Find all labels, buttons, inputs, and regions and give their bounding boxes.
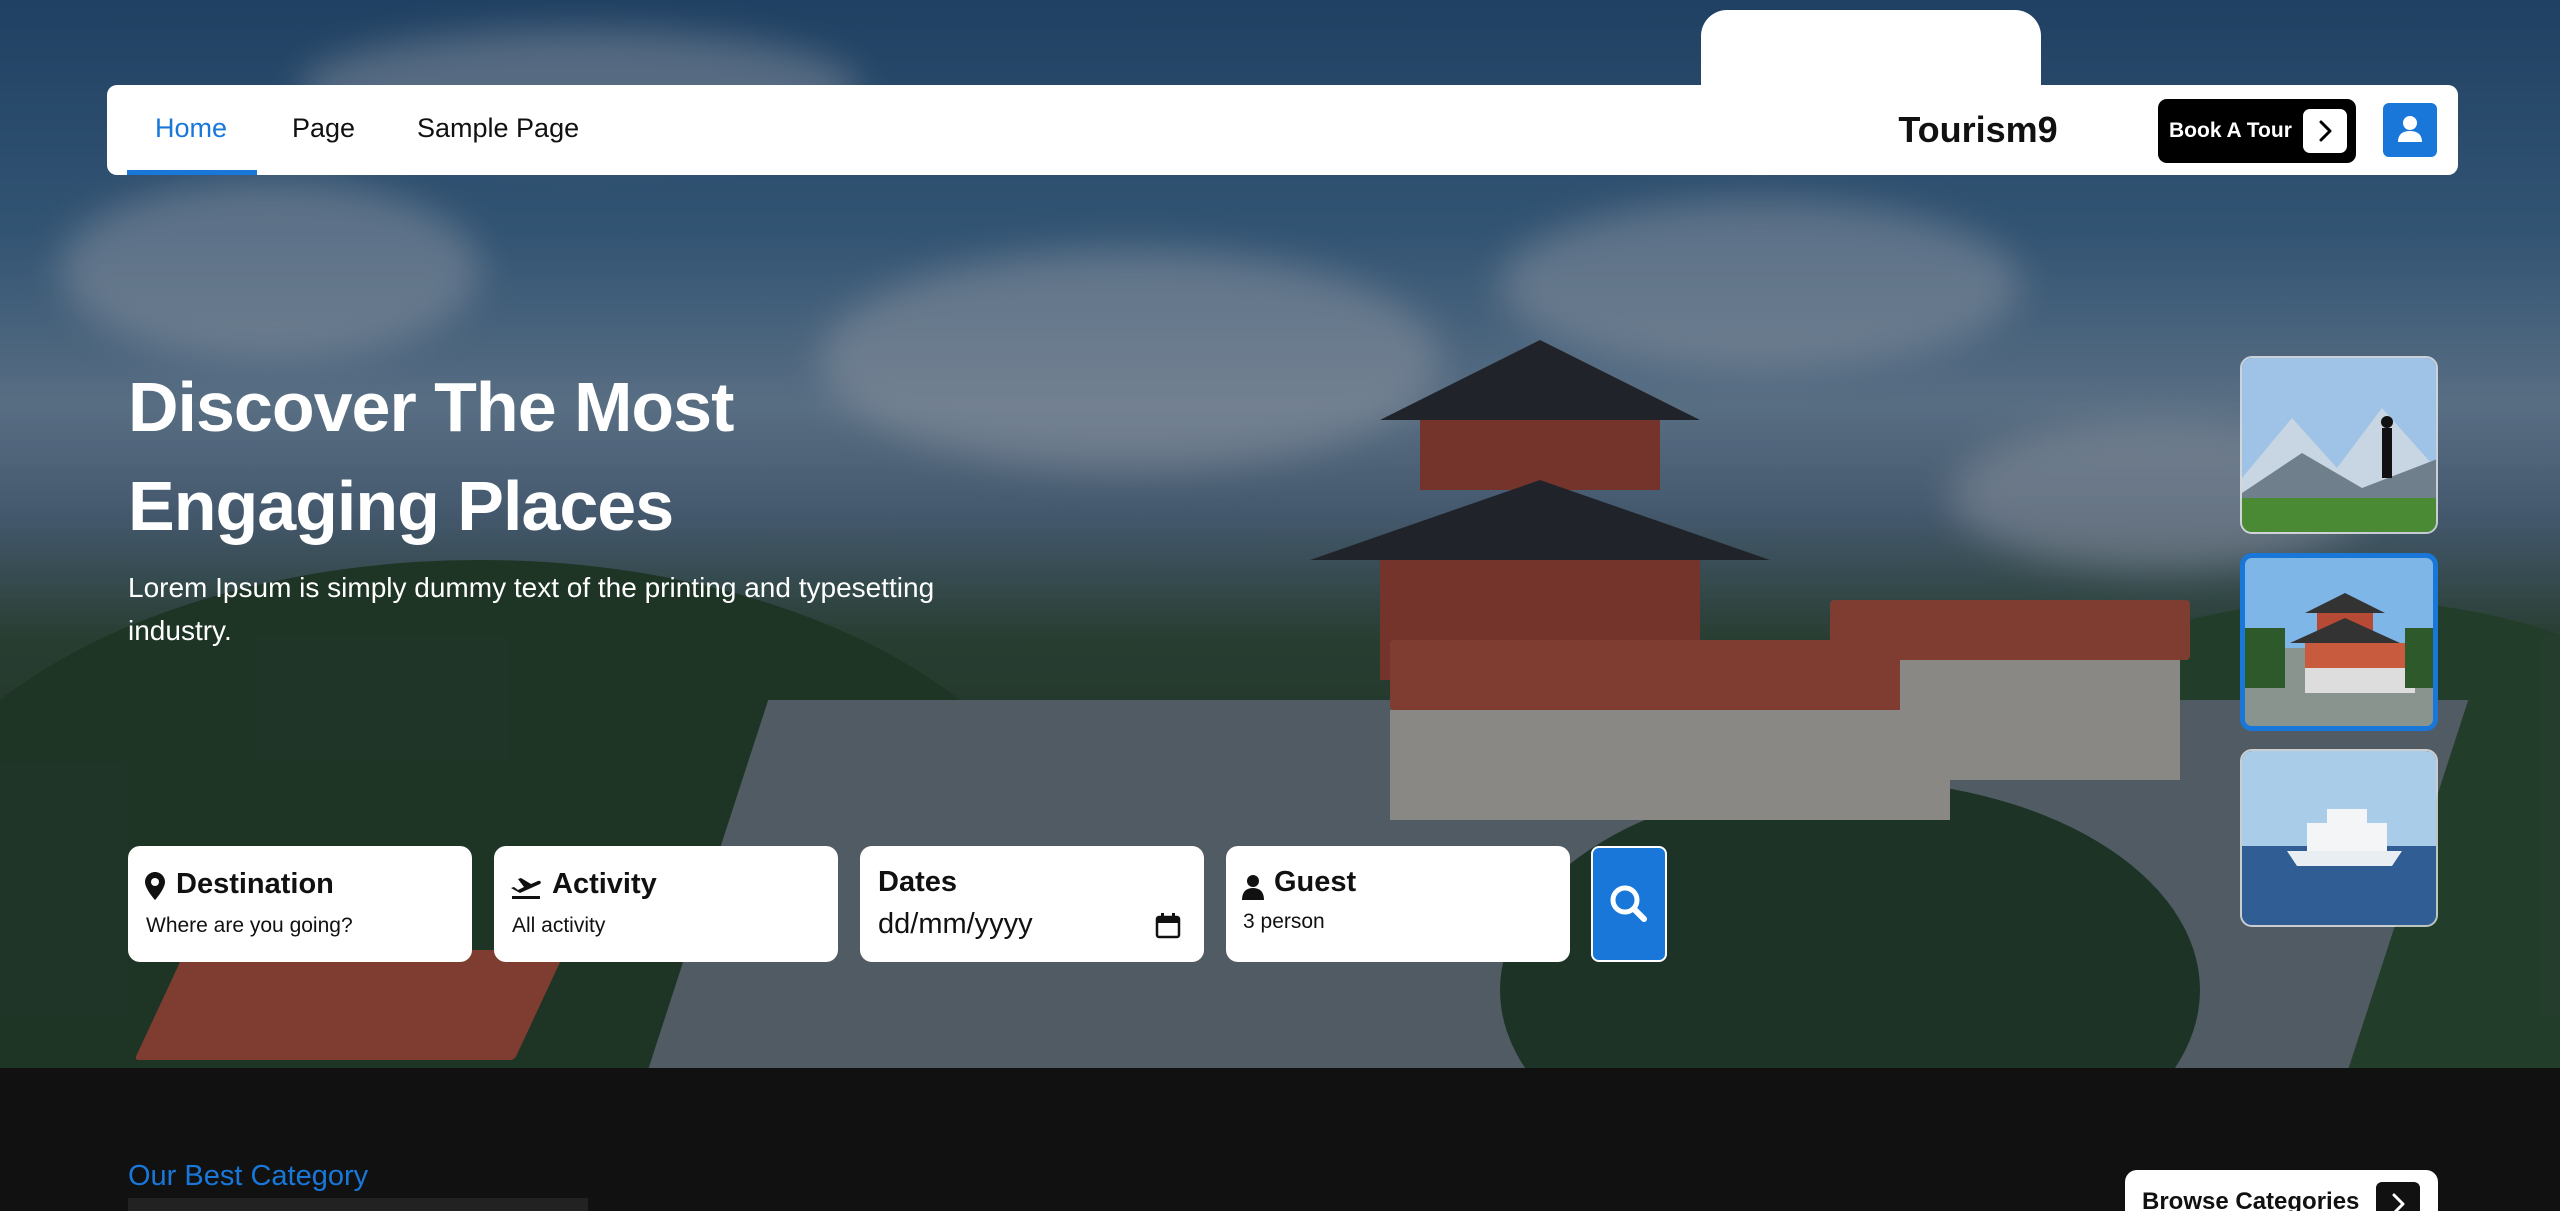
nav-active-indicator xyxy=(127,170,257,175)
person-icon xyxy=(1242,874,1264,905)
guest-title: Guest xyxy=(1274,866,1357,898)
hero-title-line1: Discover The Most xyxy=(128,368,734,446)
guest-field[interactable]: Guest 3 person xyxy=(1226,846,1570,962)
browse-categories-label: Browse Categories xyxy=(2142,1188,2360,1211)
thumbnail-mountain[interactable] xyxy=(2240,356,2438,534)
nav-link-home[interactable]: Home xyxy=(155,85,227,175)
thumbnail-cruise[interactable] xyxy=(2240,749,2438,927)
chevron-right-icon xyxy=(2376,1182,2420,1211)
dates-field[interactable]: Dates dd/mm/yyyy xyxy=(860,846,1204,962)
user-icon xyxy=(2383,116,2437,160)
destination-title: Destination xyxy=(176,868,334,900)
nav-link-label: Sample Page xyxy=(417,113,580,143)
temple-image xyxy=(2245,558,2433,726)
activity-field[interactable]: Activity All activity xyxy=(494,846,838,962)
plane-icon xyxy=(510,875,542,904)
hero-subtitle: Lorem Ipsum is simply dummy text of the … xyxy=(128,572,935,646)
cruise-ship-image xyxy=(2242,751,2436,925)
dates-input[interactable]: dd/mm/yyyy xyxy=(878,908,1033,941)
chevron-right-icon xyxy=(2303,109,2347,153)
hero-title-line2: Engaging Places xyxy=(128,467,674,545)
search-icon xyxy=(1593,885,1665,963)
browse-categories-button[interactable]: Browse Categories xyxy=(2125,1170,2438,1211)
dates-title: Dates xyxy=(878,866,957,898)
main-navbar: Home Page Sample Page Tourism9 Book A To… xyxy=(107,85,2458,175)
activity-value: All activity xyxy=(512,914,606,937)
section-heading-cutoff xyxy=(128,1198,588,1211)
nav-link-sample-page[interactable]: Sample Page xyxy=(417,85,579,175)
nav-top-tab xyxy=(1701,10,2041,90)
activity-title: Activity xyxy=(552,868,657,900)
brand-logo[interactable]: Tourism9 xyxy=(1795,85,2161,175)
search-button[interactable] xyxy=(1591,846,1667,962)
section-tagline: Our Best Category xyxy=(128,1160,369,1192)
map-pin-icon xyxy=(145,872,165,905)
nav-link-label: Page xyxy=(292,113,356,143)
user-account-button[interactable] xyxy=(2383,103,2437,157)
calendar-icon[interactable] xyxy=(1155,913,1181,944)
guest-value: 3 person xyxy=(1243,910,1325,933)
book-tour-button[interactable]: Book A Tour xyxy=(2158,99,2356,163)
nav-link-label: Home xyxy=(155,113,228,143)
mountain-hiker-image xyxy=(2242,358,2436,532)
book-tour-label: Book A Tour xyxy=(2169,119,2292,142)
nav-link-page[interactable]: Page xyxy=(292,85,355,175)
thumbnail-temple[interactable] xyxy=(2240,553,2438,731)
destination-field[interactable]: Destination Where are you going? xyxy=(128,846,472,962)
destination-value: Where are you going? xyxy=(146,914,353,937)
hero-title: Discover The Most Engaging Places xyxy=(128,358,1028,556)
